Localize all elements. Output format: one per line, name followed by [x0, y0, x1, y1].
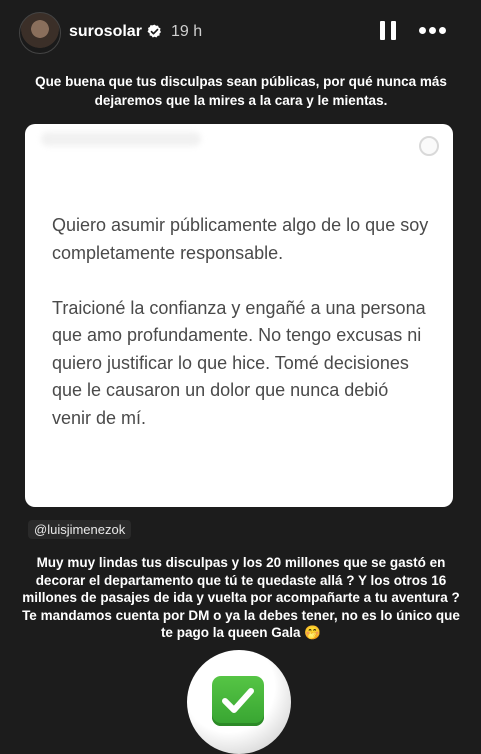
verified-badge-icon [147, 24, 161, 38]
mention-tag[interactable]: @luisjimenezok [28, 520, 132, 539]
story-caption-top: Que buena que tus disculpas sean pública… [35, 74, 447, 108]
avatar[interactable] [19, 12, 61, 54]
username[interactable]: surosolar [69, 23, 142, 41]
pause-icon[interactable] [379, 21, 397, 41]
apology-text: Quiero asumir públicamente algo de lo qu… [52, 212, 432, 432]
apology-paragraph-2: Traicioné la confianza y engañé a una pe… [52, 297, 426, 428]
story-header: surosolar 19 h [0, 0, 481, 62]
post-time: 19 h [171, 23, 203, 40]
card-dot-icon [419, 136, 439, 156]
apology-card: Quiero asumir públicamente algo de lo qu… [25, 124, 453, 507]
apology-paragraph-1: Quiero asumir públicamente algo de lo qu… [52, 215, 429, 263]
check-mark-button-icon [212, 676, 264, 726]
check-mark-sticker[interactable] [187, 650, 291, 754]
blurred-header [41, 132, 201, 146]
more-options-icon[interactable] [419, 27, 447, 35]
story-caption-bottom: Muy muy lindas tus disculpas y los 20 mi… [22, 555, 460, 640]
